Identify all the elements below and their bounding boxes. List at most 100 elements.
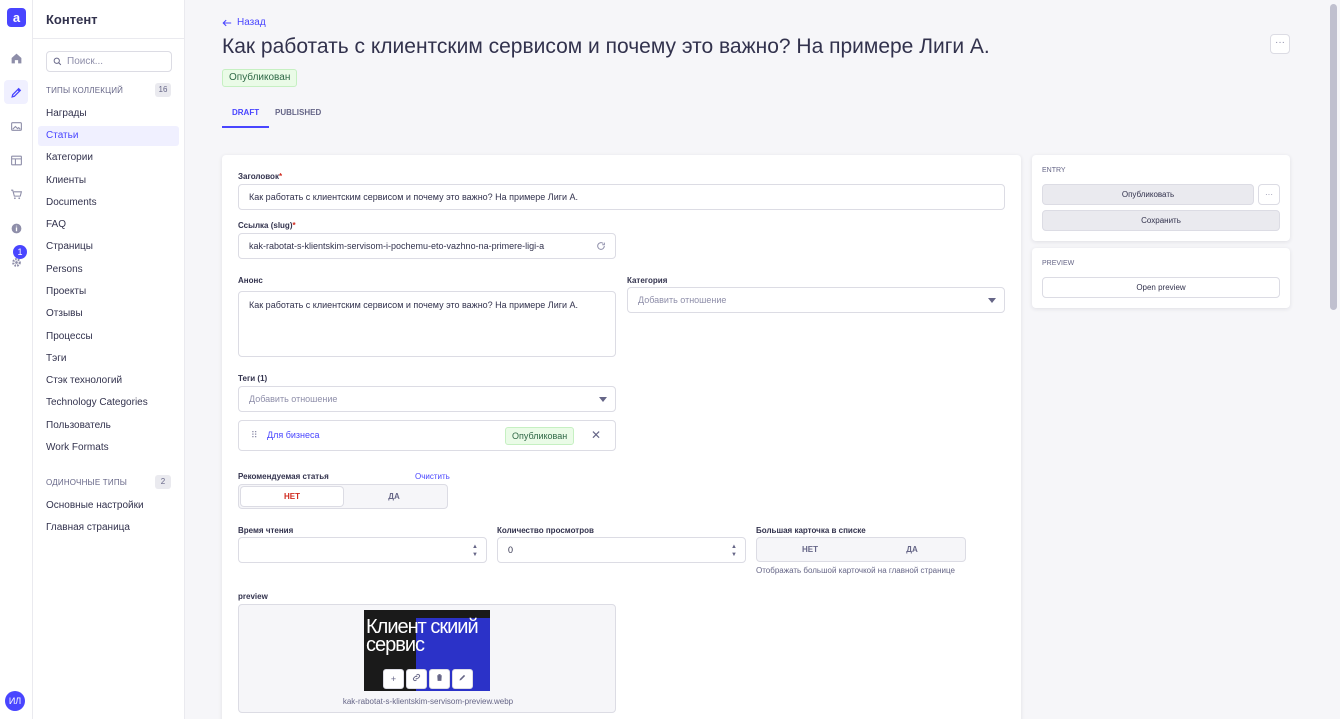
delete-media-icon[interactable] — [429, 669, 450, 689]
recommended-no-option[interactable]: НЕТ — [241, 487, 343, 506]
slug-input[interactable]: kak-rabotat-s-klientskim-servisom-i-poch… — [238, 233, 616, 259]
nav-item-documents[interactable]: Documents — [38, 193, 179, 213]
open-preview-button[interactable]: Open preview — [1042, 277, 1280, 298]
slug-value: kak-rabotat-s-klientskim-servisom-i-poch… — [249, 241, 545, 251]
preview-panel: Preview Open preview — [1032, 248, 1290, 308]
home-icon[interactable] — [4, 46, 28, 70]
save-button[interactable]: Сохранить — [1042, 210, 1280, 231]
tag-relation-item: ⠿ Для бизнеса Опубликован ✕ — [238, 420, 616, 451]
title-label-text: Заголовок — [238, 172, 279, 181]
views-count-value: 0 — [508, 545, 514, 555]
nav-item-processes[interactable]: Процессы — [38, 327, 179, 347]
entry-panel: Entry Опубликовать ··· Сохранить — [1032, 155, 1290, 241]
tag-status-badge: Опубликован — [505, 427, 575, 445]
collection-types-heading: Типы коллекций — [46, 86, 124, 95]
tag-relation-link[interactable]: Для бизнеса — [267, 430, 320, 440]
page-scrollbar[interactable] — [1330, 4, 1337, 310]
strapi-logo[interactable]: a — [7, 8, 26, 27]
clear-recommended-link[interactable]: Очистить — [415, 472, 450, 481]
required-mark: * — [292, 221, 296, 230]
media-library-icon[interactable] — [4, 114, 28, 138]
big-card-toggle[interactable]: НЕТ ДА — [756, 537, 966, 562]
nav-item-faq[interactable]: FAQ — [38, 215, 179, 235]
category-placeholder: Добавить отношение — [638, 295, 727, 305]
nav-item-persons[interactable]: Persons — [38, 260, 179, 280]
subnav-title: Контент — [46, 12, 98, 27]
drag-handle-icon[interactable]: ⠿ — [251, 430, 258, 441]
nav-item-pages[interactable]: Страницы — [38, 237, 179, 257]
nav-item-articles[interactable]: Статьи — [38, 126, 179, 146]
recommended-yes-option[interactable]: ДА — [343, 487, 445, 506]
big-card-hint: Отображать большой карточкой на главной … — [756, 566, 955, 575]
views-count-input[interactable]: 0 ▲ ▼ — [497, 537, 746, 563]
user-avatar[interactable]: ИЛ — [5, 691, 25, 711]
big-card-no-option[interactable]: НЕТ — [759, 540, 861, 559]
back-label: Назад — [237, 17, 266, 28]
nav-item-clients[interactable]: Клиенты — [38, 171, 179, 191]
reading-time-input[interactable]: ▲ ▼ — [238, 537, 487, 563]
search-placeholder: Поиск... — [67, 56, 104, 67]
collection-types-count: 16 — [155, 83, 171, 97]
nav-item-user[interactable]: Пользователь — [38, 416, 179, 436]
layout-builder-icon[interactable] — [4, 148, 28, 172]
recommended-toggle[interactable]: НЕТ ДА — [238, 484, 448, 509]
big-card-yes-option[interactable]: ДА — [861, 540, 963, 559]
subnav-search-input[interactable]: Поиск... — [46, 51, 172, 72]
preview-media-field: Клиент скиий сервис + kak-rabotat-s-klie… — [238, 604, 616, 713]
single-types-count: 2 — [155, 475, 171, 489]
version-tabs: DRAFT PUBLISHED — [222, 103, 1022, 129]
nav-item-tech-stack[interactable]: Стэк технологий — [38, 371, 179, 391]
category-field-label: Категория — [627, 276, 668, 285]
entry-panel-title: Entry — [1042, 167, 1066, 174]
arrow-left-icon — [222, 19, 232, 26]
nav-item-categories[interactable]: Категории — [38, 148, 179, 168]
edit-media-icon[interactable] — [452, 669, 473, 689]
chevron-down-icon — [988, 298, 996, 303]
notification-badge: 1 — [13, 245, 27, 259]
number-stepper-icon[interactable]: ▲ ▼ — [731, 543, 737, 559]
content-subnav: Контент Поиск... Типы коллекций 16 Награ… — [33, 0, 185, 719]
add-media-icon[interactable]: + — [383, 669, 404, 689]
nav-item-reviews[interactable]: Отзывы — [38, 304, 179, 324]
publish-button[interactable]: Опубликовать — [1042, 184, 1254, 205]
title-input[interactable]: Как работать с клиентским сервисом и поч… — [238, 184, 1005, 210]
regenerate-icon[interactable] — [596, 241, 606, 251]
announce-field-label: Анонс — [238, 276, 263, 285]
media-toolbar: + — [383, 669, 473, 689]
nav-item-awards[interactable]: Награды — [38, 104, 179, 124]
nav-item-home-page[interactable]: Главная страница — [38, 518, 179, 538]
nav-item-main-settings[interactable]: Основные настройки — [38, 496, 179, 516]
copy-link-icon[interactable] — [406, 669, 427, 689]
content-manager-icon[interactable] — [4, 80, 28, 104]
number-stepper-icon[interactable]: ▲ ▼ — [472, 543, 478, 559]
remove-relation-icon[interactable]: ✕ — [591, 428, 601, 442]
search-icon — [53, 57, 62, 66]
title-field-label: Заголовок* — [238, 172, 282, 181]
nav-item-tags[interactable]: Тэги — [38, 349, 179, 369]
single-types-heading: Одиночные типы — [46, 478, 128, 487]
recommended-field-label: Рекомендуемая статья — [238, 472, 329, 481]
tab-published[interactable]: PUBLISHED — [265, 103, 331, 128]
chevron-down-icon — [599, 397, 607, 402]
tab-draft[interactable]: DRAFT — [222, 103, 270, 128]
nav-item-technology-categories[interactable]: Technology Categories — [38, 393, 179, 413]
more-actions-button[interactable]: ··· — [1270, 34, 1290, 54]
entry-more-button[interactable]: ··· — [1258, 184, 1280, 205]
main-nav-rail: a 1 ИЛ — [0, 0, 33, 719]
nav-item-work-formats[interactable]: Work Formats — [38, 438, 179, 458]
views-count-label: Количество просмотров — [497, 526, 594, 535]
info-icon[interactable] — [4, 216, 28, 240]
announce-textarea[interactable]: Как работать с клиентским сервисом и поч… — [238, 291, 616, 357]
subnav-divider — [33, 38, 185, 39]
category-select[interactable]: Добавить отношение — [627, 287, 1005, 313]
nav-item-projects[interactable]: Проекты — [38, 282, 179, 302]
cart-icon[interactable] — [4, 182, 28, 206]
preview-field-label: preview — [238, 592, 268, 601]
slug-label-text: Ссылка (slug) — [238, 221, 293, 230]
required-mark: * — [278, 172, 283, 181]
tags-field-label: Теги (1) — [238, 374, 268, 383]
slug-field-label: Ссылка (slug)* — [238, 221, 296, 230]
tags-select[interactable]: Добавить отношение — [238, 386, 616, 412]
tags-placeholder: Добавить отношение — [249, 394, 338, 404]
back-link[interactable]: Назад — [222, 17, 266, 28]
